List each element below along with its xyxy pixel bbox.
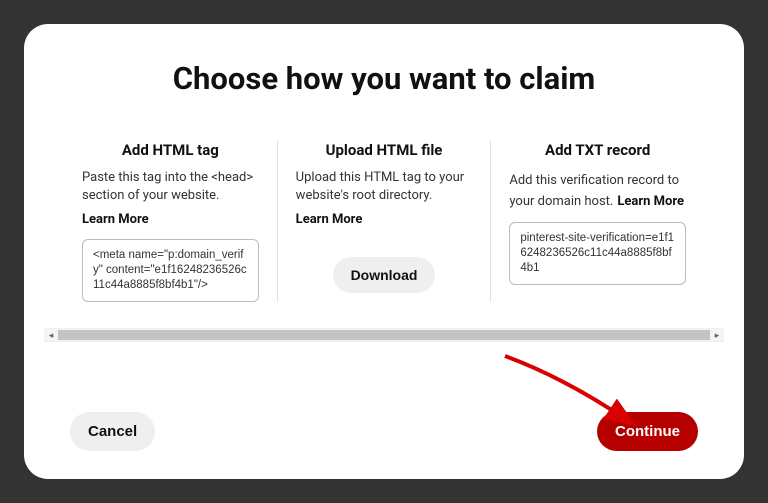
option-upload-file: Upload HTML file Upload this HTML tag to… — [277, 141, 492, 302]
modal-footer: Cancel Continue — [44, 392, 724, 451]
claim-modal: Choose how you want to claim Add HTML ta… — [24, 24, 744, 479]
option-upload-learn-more[interactable]: Learn More — [296, 212, 363, 227]
scrollbar-left-arrow-icon[interactable]: ◂ — [44, 329, 58, 343]
html-tag-code[interactable]: <meta name="p:domain_verify" content="e1… — [82, 239, 259, 302]
option-txt-learn-more[interactable]: Learn More — [617, 194, 684, 209]
option-html-tag-desc: Paste this tag into the <head> section o… — [82, 169, 259, 204]
option-upload-desc: Upload this HTML tag to your website's r… — [296, 169, 473, 204]
scrollbar-right-arrow-icon[interactable]: ▸ — [710, 329, 724, 343]
option-html-tag-learn-more[interactable]: Learn More — [82, 212, 149, 227]
option-txt-title: Add TXT record — [509, 141, 686, 159]
scrollbar-track[interactable] — [58, 330, 710, 340]
option-html-tag: Add HTML tag Paste this tag into the <he… — [64, 141, 277, 302]
horizontal-scrollbar[interactable]: ◂ ▸ — [44, 328, 724, 342]
cancel-button[interactable]: Cancel — [70, 412, 155, 451]
option-upload-title: Upload HTML file — [296, 141, 473, 159]
modal-title: Choose how you want to claim — [44, 60, 724, 97]
txt-record-code[interactable]: pinterest-site-verification=e1f162482365… — [509, 222, 686, 285]
download-button[interactable]: Download — [333, 257, 436, 293]
claim-options: Add HTML tag Paste this tag into the <he… — [44, 141, 724, 302]
option-txt-record: Add TXT record Add this verification rec… — [491, 141, 704, 302]
continue-button[interactable]: Continue — [597, 412, 698, 451]
option-html-tag-title: Add HTML tag — [82, 141, 259, 159]
